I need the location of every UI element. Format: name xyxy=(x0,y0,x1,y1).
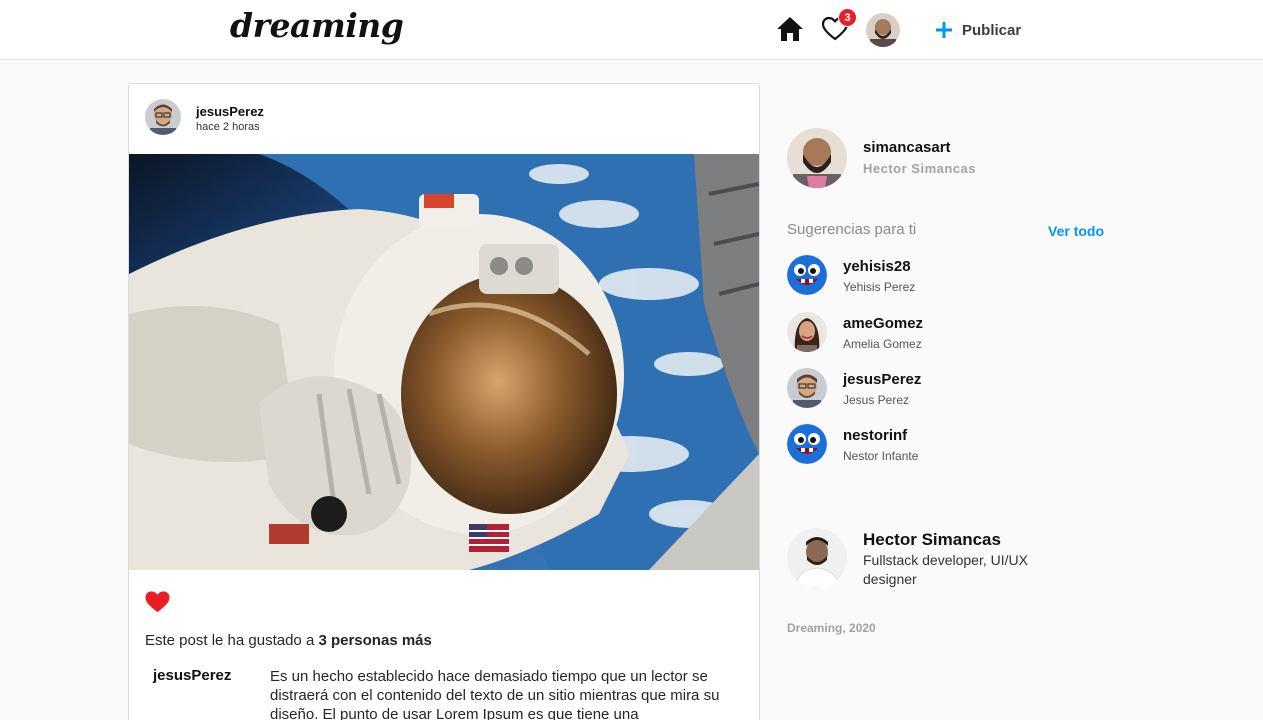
current-user-fullname: Hector Simancas xyxy=(863,161,976,176)
current-user-username[interactable]: simancasart xyxy=(863,139,951,156)
likes-prefix: Este post le ha gustado a xyxy=(145,632,319,649)
likes-count[interactable]: 3 personas más xyxy=(318,632,431,649)
developer-role: Fullstack developer, UI/UX designer xyxy=(863,552,1028,587)
suggestion-fullname: Amelia Gomez xyxy=(843,337,922,351)
suggestion-username[interactable]: ameGomez xyxy=(843,315,923,332)
caption-username[interactable]: jesusPerez xyxy=(153,667,231,684)
suggestion-fullname: Yehisis Perez xyxy=(843,280,916,294)
developer-avatar xyxy=(787,528,847,588)
post-card: jesusPerez hace 2 horas Este post le ha … xyxy=(128,83,760,720)
suggestion-username[interactable]: jesusPerez xyxy=(843,371,921,388)
suggestion-item[interactable]: nestorinf Nestor Infante xyxy=(787,424,1107,468)
suggestion-username[interactable]: yehisis28 xyxy=(843,258,911,275)
suggestion-username[interactable]: nestorinf xyxy=(843,427,907,444)
top-navbar: dreaming 3 Publicar xyxy=(0,0,1263,60)
publish-label: Publicar xyxy=(962,21,1022,39)
suggestion-item[interactable]: ameGomez Amelia Gomez xyxy=(787,312,1107,356)
monster-avatar[interactable] xyxy=(787,255,827,295)
notification-badge: 3 xyxy=(838,8,857,27)
monster-avatar[interactable] xyxy=(787,424,827,464)
see-all-link[interactable]: Ver todo xyxy=(1048,223,1104,239)
like-heart-icon[interactable] xyxy=(144,590,171,614)
man-glasses-avatar[interactable] xyxy=(787,368,827,408)
post-image[interactable] xyxy=(129,154,759,570)
app-logo[interactable]: dreaming xyxy=(230,6,404,45)
woman-avatar[interactable] xyxy=(787,312,827,352)
suggestions-title: Sugerencias para ti xyxy=(787,221,917,238)
profile-avatar[interactable] xyxy=(866,13,900,47)
likes-summary: Este post le ha gustado a 3 personas más xyxy=(145,632,432,649)
post-author-username[interactable]: jesusPerez xyxy=(196,104,264,119)
post-author-avatar[interactable] xyxy=(145,99,181,135)
post-timestamp: hace 2 horas xyxy=(196,121,260,133)
developer-name: Hector Simancas xyxy=(863,530,1001,549)
footer-copyright: Dreaming, 2020 xyxy=(787,621,876,635)
plus-icon xyxy=(936,22,952,38)
suggestion-fullname: Jesus Perez xyxy=(843,393,910,407)
suggestion-item[interactable]: jesusPerez Jesus Perez xyxy=(787,368,1107,412)
suggestion-fullname: Nestor Infante xyxy=(843,449,919,463)
publish-button[interactable]: Publicar xyxy=(934,17,1021,43)
home-icon[interactable] xyxy=(776,16,804,42)
suggestion-item[interactable]: yehisis28 Yehisis Perez xyxy=(787,255,1107,299)
current-user-avatar[interactable] xyxy=(787,128,847,188)
caption-text: Es un hecho establecido hace demasiado t… xyxy=(270,668,720,720)
